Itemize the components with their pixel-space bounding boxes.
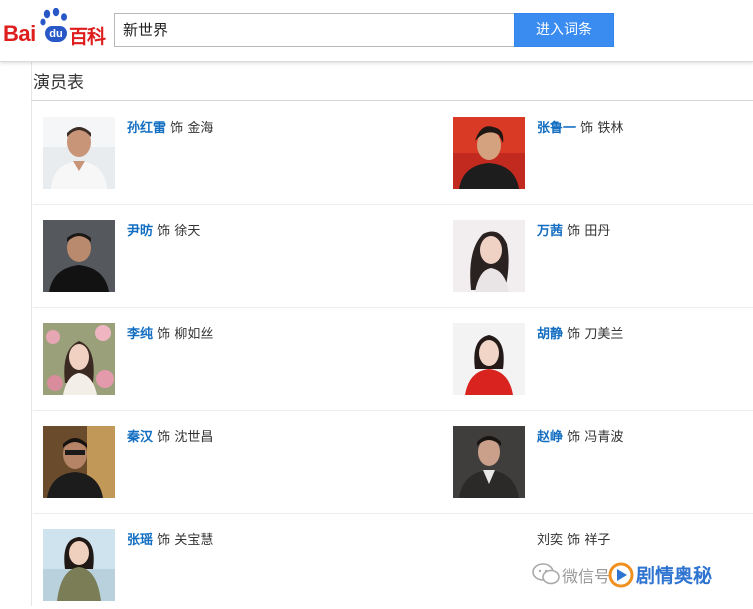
- actor-name-link[interactable]: 赵峥: [537, 430, 563, 445]
- actor-photo[interactable]: [43, 426, 115, 498]
- actor-name-link[interactable]: 胡静: [537, 327, 563, 342]
- section-divider: [31, 100, 753, 101]
- cast-text: 秦汉 饰 沈世昌: [127, 428, 213, 448]
- cast-text: 胡静 饰 刀美兰: [537, 325, 623, 345]
- role-connector: 饰: [580, 121, 594, 136]
- actor-name-link[interactable]: 万茜: [537, 224, 563, 239]
- baidu-baike-logo[interactable]: Bai du 百科: [3, 8, 108, 48]
- top-bar: Bai du 百科 新世界 进入词条: [0, 0, 753, 62]
- enter-entry-button[interactable]: 进入词条: [514, 13, 614, 47]
- role-connector: 饰: [567, 533, 581, 548]
- cast-list-item: 赵峥 饰 冯青波: [453, 426, 753, 506]
- role-connector: 饰: [567, 327, 581, 342]
- role-name: 冯青波: [584, 430, 624, 445]
- actor-name: 刘奕: [537, 533, 564, 548]
- role-connector: 饰: [157, 224, 171, 239]
- cast-text: 万茜 饰 田丹: [537, 222, 610, 242]
- role-connector: 饰: [567, 224, 581, 239]
- actor-name-link[interactable]: 张瑶: [127, 533, 153, 548]
- cast-list-item: 胡静 饰 刀美兰: [453, 323, 753, 403]
- role-connector: 饰: [157, 327, 171, 342]
- actor-photo[interactable]: [453, 117, 525, 189]
- actor-name-link[interactable]: 秦汉: [127, 430, 153, 445]
- role-name: 柳如丝: [174, 327, 214, 342]
- channel-logo-icon: [608, 562, 634, 588]
- cast-text: 张瑶 饰 关宝慧: [127, 531, 213, 551]
- row-divider: [33, 307, 753, 308]
- role-connector: 饰: [567, 430, 581, 445]
- cast-text: 张鲁一 饰 铁林: [537, 119, 623, 139]
- actor-name-link[interactable]: 张鲁一: [537, 121, 576, 136]
- role-name: 金海: [187, 121, 214, 136]
- cast-text: 孙红雷 饰 金海: [127, 119, 213, 139]
- role-name: 祥子: [584, 533, 611, 548]
- role-name: 铁林: [597, 121, 624, 136]
- cast-list-item: 张鲁一 饰 铁林: [453, 117, 753, 197]
- cast-text: 刘奕 饰 祥子: [537, 531, 610, 551]
- actor-name-link[interactable]: 李纯: [127, 327, 153, 342]
- role-name: 田丹: [584, 224, 611, 239]
- search-input[interactable]: 新世界: [114, 13, 515, 47]
- actor-name-link[interactable]: 尹昉: [127, 224, 153, 239]
- cast-text: 赵峥 饰 冯青波: [537, 428, 623, 448]
- row-divider: [33, 204, 753, 205]
- role-connector: 饰: [157, 533, 171, 548]
- actor-photo[interactable]: [453, 426, 525, 498]
- cast-list-item: 张瑶 饰 关宝慧: [43, 529, 343, 609]
- logo-baike-text: 百科: [69, 26, 106, 48]
- actor-photo[interactable]: [43, 323, 115, 395]
- cast-text: 尹昉 饰 徐天: [127, 222, 200, 242]
- actor-photo[interactable]: [43, 220, 115, 292]
- role-connector: 饰: [157, 430, 171, 445]
- wechat-watermark: 微信号 剧情奥秘: [532, 558, 742, 592]
- cast-list-item: 孙红雷 饰 金海: [43, 117, 343, 197]
- watermark-prefix: 微信号: [562, 567, 611, 586]
- cast-list-item: 万茜 饰 田丹: [453, 220, 753, 300]
- cast-list-item: 尹昉 饰 徐天: [43, 220, 343, 300]
- logo-du-text: du: [45, 26, 67, 42]
- role-name: 刀美兰: [584, 327, 624, 342]
- row-divider: [33, 513, 753, 514]
- cast-list-item: 秦汉 饰 沈世昌: [43, 426, 343, 506]
- cast-section-title: 演员表: [33, 73, 84, 93]
- actor-photo[interactable]: [453, 323, 525, 395]
- actor-photo[interactable]: [43, 529, 115, 601]
- cast-text: 李纯 饰 柳如丝: [127, 325, 213, 345]
- logo-bai-text: Bai: [3, 21, 36, 46]
- row-divider: [33, 410, 753, 411]
- actor-photo[interactable]: [43, 117, 115, 189]
- wechat-icon: [532, 563, 560, 585]
- actor-name-link[interactable]: 孙红雷: [127, 121, 166, 136]
- role-connector: 饰: [170, 121, 184, 136]
- role-name: 关宝慧: [174, 533, 214, 548]
- cast-list-item: 李纯 饰 柳如丝: [43, 323, 343, 403]
- actor-photo[interactable]: [453, 220, 525, 292]
- role-name: 徐天: [174, 224, 201, 239]
- content-left-border: [31, 62, 32, 606]
- role-name: 沈世昌: [174, 430, 214, 445]
- watermark-channel-name: 剧情奥秘: [636, 565, 713, 587]
